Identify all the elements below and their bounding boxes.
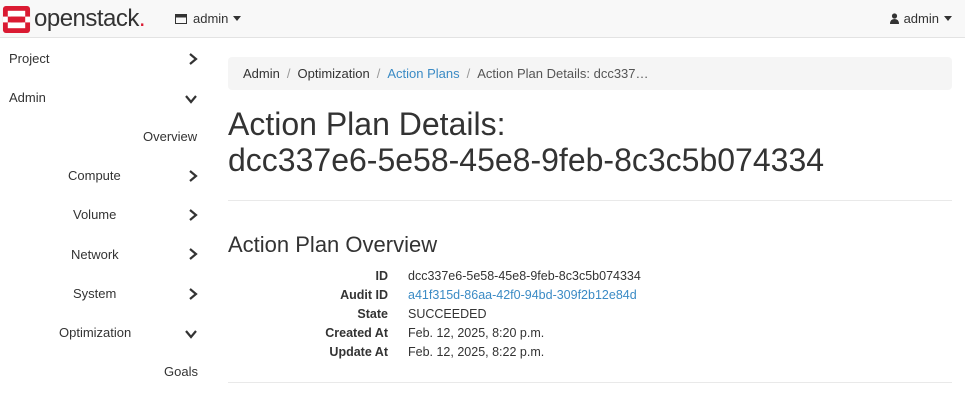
detail-key: Audit ID <box>340 288 388 302</box>
sidebar-item-label: System <box>73 285 117 301</box>
chevron-right-icon <box>189 209 198 221</box>
detail-row-update-at: Update At Feb. 12, 2025, 8:22 p.m. <box>228 345 952 363</box>
brand-text: openstack. <box>34 5 146 32</box>
chevron-right-icon <box>189 53 198 65</box>
section-title: Action Plan Overview <box>228 232 438 257</box>
user-label: admin <box>903 11 939 26</box>
detail-value: SUCCEEDED <box>408 307 487 321</box>
sidebar-item-volume[interactable]: Volume <box>73 204 116 224</box>
breadcrumb-separator: / <box>286 66 291 81</box>
top-navbar: openstack. admin admin <box>0 0 965 38</box>
breadcrumb-optimization: Optimization <box>297 66 370 81</box>
sidebar-item-admin[interactable]: Admin <box>9 87 46 107</box>
detail-row-id: ID dcc337e6-5e58-45e8-9feb-8c3c5b074334 <box>228 269 952 287</box>
sidebar-item-compute[interactable]: Compute <box>68 165 121 185</box>
divider <box>228 200 952 201</box>
sidebar-item-label: Admin <box>9 89 46 105</box>
divider <box>228 382 952 383</box>
sidebar: Project Admin Overview Compute Volume Ne… <box>0 39 210 393</box>
sidebar-item-overview[interactable]: Overview <box>143 126 197 146</box>
breadcrumb-current: Action Plan Details: dcc337… <box>477 66 649 81</box>
sidebar-item-label: Network <box>71 246 119 262</box>
openstack-logo-icon <box>2 5 31 33</box>
breadcrumb-separator: / <box>376 66 381 81</box>
page-title-line1: Action Plan Details: <box>228 106 506 142</box>
sidebar-item-label: Volume <box>73 206 117 222</box>
page-title-line2: dcc337e6-5e58-45e8-9feb-8c3c5b074334 <box>228 142 825 178</box>
breadcrumb-separator: / <box>466 66 471 81</box>
sidebar-item-label: Overview <box>143 128 198 144</box>
detail-row-created-at: Created At Feb. 12, 2025, 8:20 p.m. <box>228 326 952 344</box>
sidebar-item-label: Compute <box>68 167 121 183</box>
sidebar-item-network[interactable]: Network <box>71 244 119 264</box>
sidebar-item-goals[interactable]: Goals <box>164 361 198 381</box>
sidebar-item-system[interactable]: System <box>73 283 116 303</box>
sidebar-item-optimization[interactable]: Optimization <box>59 322 131 342</box>
detail-value: Feb. 12, 2025, 8:20 p.m. <box>408 326 545 340</box>
sidebar-item-project[interactable]: Project <box>9 48 49 68</box>
audit-id-link[interactable]: a41f315d-86aa-42f0-94bd-309f2b12e84d <box>408 288 637 302</box>
chevron-down-icon <box>185 330 197 339</box>
breadcrumb-action-plans-link[interactable]: Action Plans <box>387 66 459 81</box>
user-icon <box>889 13 899 24</box>
detail-key: Update At <box>329 345 388 359</box>
chevron-right-icon <box>189 170 198 182</box>
detail-row-audit-id: Audit ID a41f315d-86aa-42f0-94bd-309f2b1… <box>228 288 952 306</box>
breadcrumb: Admin / Optimization / Action Plans / Ac… <box>228 57 952 90</box>
chevron-right-icon <box>189 248 198 260</box>
project-label: admin <box>193 11 229 26</box>
server-icon <box>175 13 187 24</box>
sidebar-item-label: Optimization <box>59 324 132 340</box>
user-dropdown[interactable]: admin <box>889 11 952 26</box>
detail-value: dcc337e6-5e58-45e8-9feb-8c3c5b074334 <box>408 269 641 283</box>
project-dropdown[interactable]: admin <box>175 11 242 26</box>
sidebar-item-label: Project <box>9 50 50 66</box>
sidebar-item-label: Goals <box>164 363 198 379</box>
caret-down-icon <box>944 16 952 21</box>
openstack-brand[interactable]: openstack. <box>2 5 146 33</box>
detail-value: Feb. 12, 2025, 8:22 p.m. <box>408 345 545 359</box>
caret-down-icon <box>233 16 242 21</box>
detail-key: ID <box>375 269 389 283</box>
chevron-down-icon <box>185 95 197 104</box>
detail-row-state: State SUCCEEDED <box>228 307 952 325</box>
detail-key: Created At <box>325 326 388 340</box>
breadcrumb-admin: Admin <box>243 66 280 81</box>
chevron-right-icon <box>189 288 198 300</box>
page-title: Action Plan Details: dcc337e6-5e58-45e8-… <box>228 106 952 178</box>
detail-key: State <box>357 307 388 321</box>
